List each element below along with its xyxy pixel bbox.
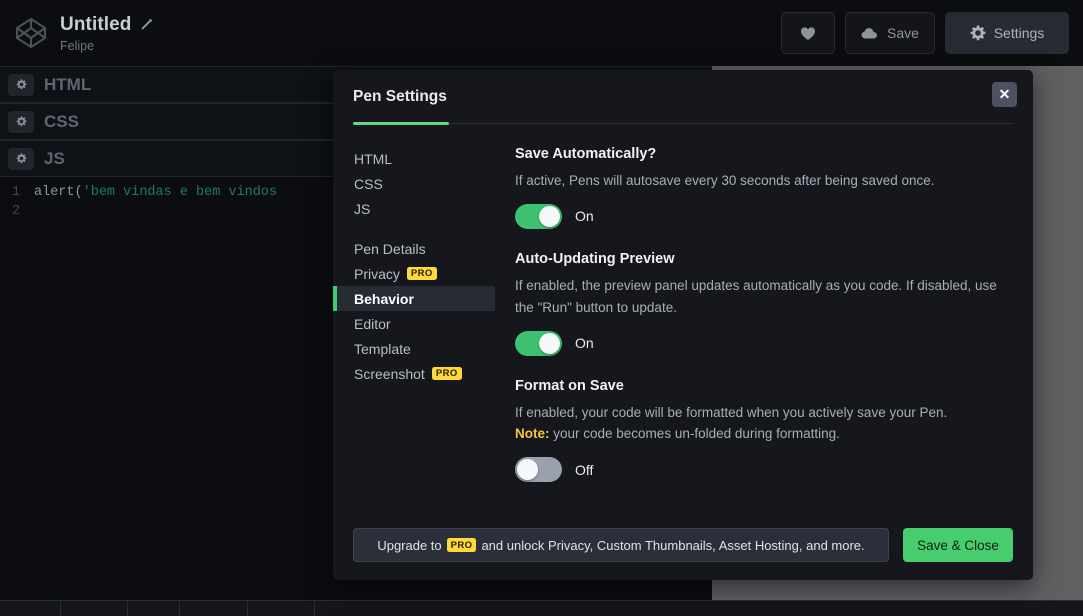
sidebar-item-label: Pen Details [354, 241, 426, 257]
sidebar-item-css[interactable]: CSS [333, 171, 495, 196]
sidebar-item-label: HTML [354, 151, 392, 167]
setting-format-on-save: Format on Save If enabled, your code wil… [515, 378, 1011, 483]
sidebar-item-label: Editor [354, 316, 391, 332]
gear-icon[interactable] [8, 111, 34, 133]
pen-settings-modal: Pen Settings ✕ HTML CSS JS Pen Details [333, 70, 1033, 580]
save-automatically-toggle[interactable] [515, 204, 562, 229]
settings-button-label: Settings [994, 25, 1045, 41]
auto-updating-preview-toggle[interactable] [515, 331, 562, 356]
pen-title-row: Untitled [60, 14, 153, 36]
toggle-knob [539, 206, 560, 227]
sidebar-item-label: Behavior [354, 291, 414, 307]
setting-description-text: If enabled, your code will be formatted … [515, 405, 947, 420]
sidebar-item-label: Privacy [354, 266, 400, 282]
modal-header: Pen Settings ✕ [333, 70, 1033, 123]
sidebar-item-html[interactable]: HTML [333, 146, 495, 171]
setting-note-label: Note: [515, 426, 550, 441]
cloud-icon [861, 27, 879, 39]
nav-divider [333, 221, 495, 236]
sidebar-item-template[interactable]: Template [333, 336, 495, 361]
line-number: 2 [0, 204, 34, 219]
upgrade-banner[interactable]: Upgrade to PRO and unlock Privacy, Custo… [353, 528, 889, 562]
save-button-label: Save [887, 25, 919, 41]
gear-icon[interactable] [8, 74, 34, 96]
upgrade-suffix: and unlock Privacy, Custom Thumbnails, A… [481, 538, 864, 553]
line-number: 1 [0, 185, 34, 200]
code-token-function: alert [34, 185, 75, 200]
setting-auto-updating-preview: Auto-Updating Preview If enabled, the pr… [515, 251, 1011, 356]
pro-badge: PRO [447, 538, 477, 552]
toggle-state-label: On [575, 335, 594, 351]
sidebar-item-pen-details[interactable]: Pen Details [333, 236, 495, 261]
codepen-logo-icon[interactable] [14, 16, 48, 50]
upgrade-prefix: Upgrade to [377, 538, 441, 553]
pencil-icon[interactable] [140, 18, 153, 31]
modal-title: Pen Settings [353, 88, 447, 106]
modal-header-rule [353, 123, 1013, 124]
settings-button[interactable]: Settings [945, 12, 1069, 54]
sidebar-item-screenshot[interactable]: Screenshot PRO [333, 361, 495, 386]
pen-identity: Untitled Felipe [60, 14, 153, 53]
setting-title: Save Automatically? [515, 146, 1011, 162]
format-on-save-toggle[interactable] [515, 457, 562, 482]
save-button[interactable]: Save [845, 12, 935, 54]
setting-note-text: your code becomes un-folded during forma… [550, 426, 840, 441]
gear-icon[interactable] [8, 148, 34, 170]
toggle-state-label: On [575, 208, 594, 224]
editor-tab-label: JS [44, 149, 65, 169]
sidebar-item-editor[interactable]: Editor [333, 311, 495, 336]
status-bar-segment[interactable] [180, 601, 248, 616]
sidebar-item-label: Screenshot [354, 366, 425, 382]
settings-nav: HTML CSS JS Pen Details Privacy PRO Beh [333, 124, 495, 510]
pen-author[interactable]: Felipe [60, 39, 153, 53]
toggle-row: On [515, 331, 1011, 356]
code-token-punctuation: ( [75, 185, 83, 200]
sidebar-item-label: JS [354, 201, 370, 217]
toggle-state-label: Off [575, 462, 593, 478]
save-and-close-button[interactable]: Save & Close [903, 528, 1013, 562]
codepen-editor: Untitled Felipe [0, 0, 1083, 616]
top-bar: Untitled Felipe [0, 0, 1083, 66]
sidebar-item-behavior[interactable]: Behavior [333, 286, 495, 311]
top-actions: Save Settings [781, 12, 1069, 54]
status-bar-segment[interactable] [61, 601, 128, 616]
toggle-row: On [515, 204, 1011, 229]
editor-tab-label: CSS [44, 112, 79, 132]
status-bar-segment[interactable] [128, 601, 180, 616]
status-bar-segment[interactable] [0, 601, 61, 616]
sidebar-item-js[interactable]: JS [333, 196, 495, 221]
modal-body: HTML CSS JS Pen Details Privacy PRO Beh [333, 124, 1033, 510]
setting-description: If enabled, the preview panel updates au… [515, 275, 1011, 319]
close-icon[interactable]: ✕ [992, 82, 1017, 107]
gear-icon [970, 25, 986, 41]
modal-footer: Upgrade to PRO and unlock Privacy, Custo… [333, 510, 1033, 580]
status-bar-segment[interactable] [248, 601, 315, 616]
settings-pane: Save Automatically? If active, Pens will… [495, 124, 1033, 510]
status-bar [0, 600, 1083, 616]
editor-tab-label: HTML [44, 75, 91, 95]
heart-icon [800, 26, 816, 41]
setting-description: If active, Pens will autosave every 30 s… [515, 170, 1011, 192]
toggle-row: Off [515, 457, 1011, 482]
pro-badge: PRO [407, 267, 437, 281]
setting-description: If enabled, your code will be formatted … [515, 402, 1011, 446]
brand: Untitled Felipe [14, 14, 153, 53]
pro-badge: PRO [432, 367, 462, 381]
setting-title: Auto-Updating Preview [515, 251, 1011, 267]
setting-title: Format on Save [515, 378, 1011, 394]
sidebar-item-label: Template [354, 341, 411, 357]
sidebar-item-label: CSS [354, 176, 383, 192]
toggle-knob [517, 459, 538, 480]
toggle-knob [539, 333, 560, 354]
code-token-string: 'bem vindas e bem vindos [83, 185, 277, 200]
like-button[interactable] [781, 12, 835, 54]
page-title[interactable]: Untitled [60, 14, 132, 36]
setting-save-automatically: Save Automatically? If active, Pens will… [515, 146, 1011, 229]
sidebar-item-privacy[interactable]: Privacy PRO [333, 261, 495, 286]
